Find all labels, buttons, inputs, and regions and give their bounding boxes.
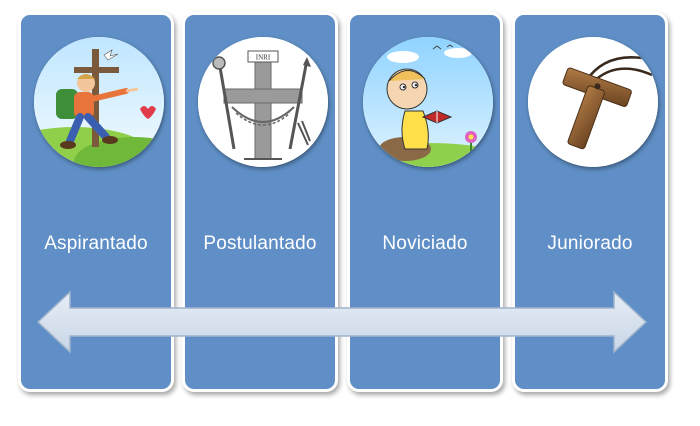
stage-label: Postulantado bbox=[203, 233, 317, 254]
inri-inscription: INRI bbox=[256, 54, 271, 62]
cross-emblem-icon: INRI bbox=[198, 37, 328, 167]
child-reading-icon bbox=[363, 37, 493, 167]
hiker-with-cross-icon bbox=[34, 37, 164, 167]
stage-label: Aspirantado bbox=[44, 233, 148, 254]
tau-cross-pendant-icon bbox=[528, 37, 658, 167]
stage-label: Juniorado bbox=[547, 233, 633, 254]
formation-stages-diagram: Aspirantado INRI Postulantado Noviciado … bbox=[0, 0, 700, 426]
progression-double-arrow bbox=[36, 290, 648, 354]
stage-label: Noviciado bbox=[382, 233, 468, 254]
